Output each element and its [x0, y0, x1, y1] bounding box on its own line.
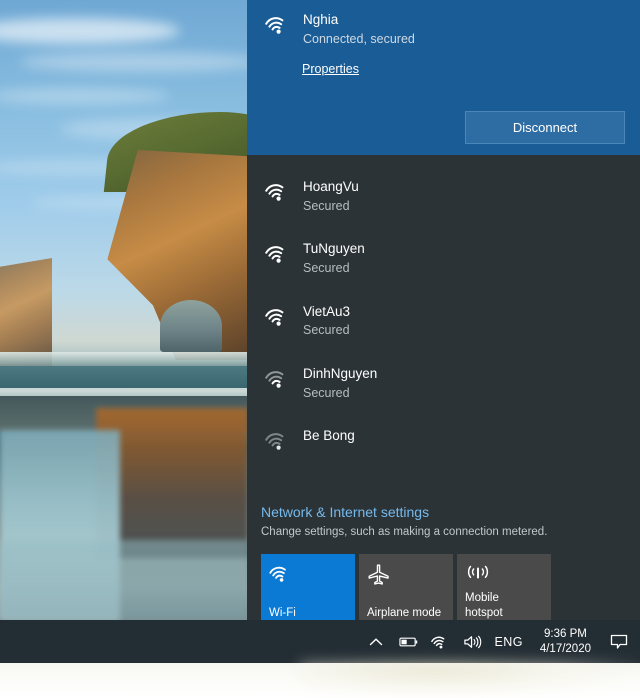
- system-tray: ENG 9:36 PM 4/17/2020: [367, 627, 640, 655]
- quick-action-tiles: Wi-Fi Airplane mode Mobile hotspot: [261, 553, 640, 620]
- network-status: Secured: [303, 385, 350, 400]
- taskbar: ENG 9:36 PM 4/17/2020: [0, 620, 640, 663]
- list-item-text: Be Bong: [295, 426, 355, 446]
- clock[interactable]: 9:36 PM 4/17/2020: [536, 627, 595, 655]
- network-ssid: DinhNguyen: [303, 365, 378, 381]
- ocean-water: [0, 366, 248, 390]
- tile-wifi[interactable]: Wi-Fi: [261, 553, 355, 620]
- rock-arch-opening: [160, 300, 222, 352]
- cloud: [20, 52, 260, 72]
- tile-mobile-hotspot-label: Mobile hotspot: [465, 592, 503, 619]
- airplane-icon: [367, 563, 445, 589]
- list-item[interactable]: TuNguyen Secured: [247, 227, 640, 289]
- connected-status: Connected, secured: [303, 31, 415, 46]
- page-background-strip: [0, 663, 640, 698]
- list-item[interactable]: HoangVu Secured: [247, 165, 640, 227]
- network-internet-settings-link[interactable]: Network & Internet settings: [261, 504, 429, 520]
- available-networks-list: HoangVu Secured TuNguyen Secured VietAu3…: [247, 155, 640, 495]
- wifi-icon: [269, 563, 347, 589]
- wifi-full-icon: [265, 13, 295, 40]
- tile-airplane-mode[interactable]: Airplane mode: [359, 553, 453, 620]
- list-item[interactable]: VietAu3 Secured: [247, 290, 640, 352]
- wifi-icon[interactable]: [430, 632, 450, 651]
- connected-ssid: Nghia: [303, 12, 339, 27]
- list-item-text: VietAu3 Secured: [295, 302, 350, 340]
- network-status: Secured: [303, 323, 350, 338]
- wifi-weak-icon: [265, 367, 295, 394]
- list-item[interactable]: Be Bong: [247, 414, 640, 468]
- wifi-full-icon: [265, 305, 295, 332]
- battery-icon[interactable]: [398, 632, 418, 651]
- cloud: [0, 18, 180, 44]
- volume-icon[interactable]: [463, 632, 482, 651]
- tile-wifi-label: Wi-Fi: [269, 606, 296, 619]
- properties-link[interactable]: Properties: [302, 62, 359, 76]
- network-status: Secured: [303, 198, 350, 213]
- cloud: [0, 88, 170, 104]
- connected-network-block: Nghia Connected, secured Properties Disc…: [247, 0, 640, 155]
- chevron-up-icon[interactable]: [367, 632, 386, 651]
- list-item-text: DinhNguyen Secured: [295, 364, 377, 402]
- mobile-hotspot-icon: [465, 563, 543, 589]
- disconnect-button[interactable]: Disconnect: [465, 111, 625, 144]
- wifi-flyout-panel: Nghia Connected, secured Properties Disc…: [247, 0, 640, 620]
- list-item-text: TuNguyen Secured: [295, 239, 365, 277]
- network-ssid: TuNguyen: [303, 241, 365, 257]
- connected-network-row[interactable]: Nghia Connected, secured: [247, 10, 640, 48]
- network-settings-subtitle: Change settings, such as making a connec…: [261, 526, 548, 539]
- clock-time: 9:36 PM: [544, 628, 587, 641]
- wifi-weak-icon: [265, 429, 295, 456]
- blurred-highlight: [300, 663, 640, 698]
- language-indicator[interactable]: ENG: [495, 635, 523, 649]
- connected-network-text: Nghia Connected, secured: [295, 10, 415, 48]
- wifi-full-icon: [265, 180, 295, 207]
- clock-date: 4/17/2020: [539, 642, 591, 655]
- action-center-icon[interactable]: [608, 632, 630, 652]
- wifi-full-icon: [265, 242, 295, 269]
- tile-mobile-hotspot[interactable]: Mobile hotspot: [457, 553, 551, 620]
- list-item-text: HoangVu Secured: [295, 177, 359, 215]
- network-ssid: VietAu3: [303, 303, 351, 319]
- list-item[interactable]: DinhNguyen Secured: [247, 352, 640, 414]
- network-settings-block: Network & Internet settings Change setti…: [247, 495, 640, 620]
- tile-airplane-mode-label: Airplane mode: [367, 606, 442, 619]
- network-ssid: HoangVu: [303, 179, 359, 194]
- network-ssid: Be Bong: [303, 428, 355, 444]
- screen: Nghia Connected, secured Properties Disc…: [0, 0, 640, 698]
- network-status: Secured: [303, 260, 350, 275]
- wet-sand-foreground: [0, 540, 248, 620]
